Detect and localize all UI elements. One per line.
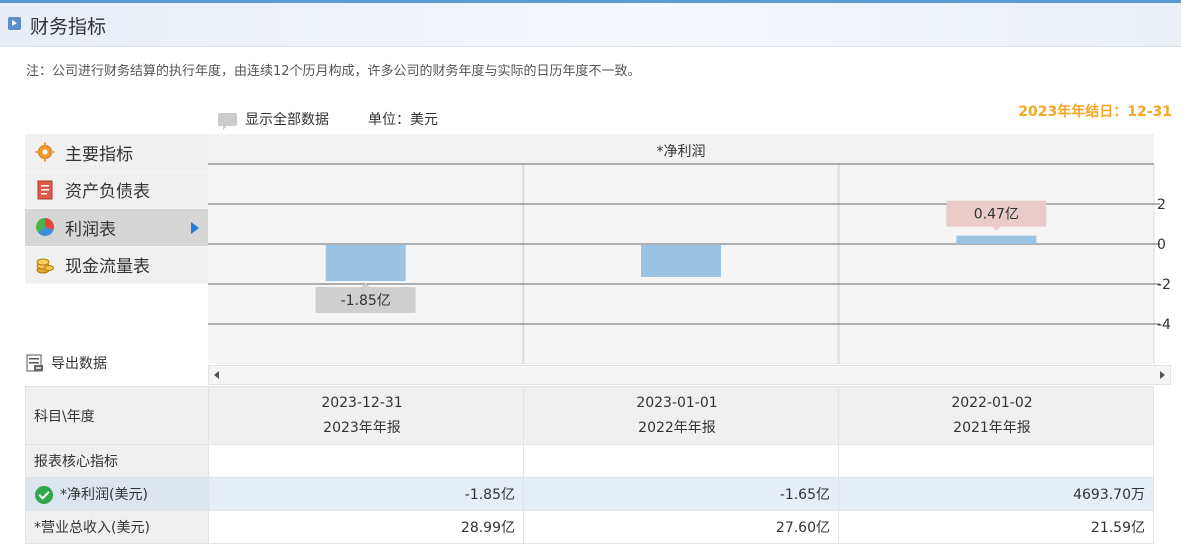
table-cell (523, 444, 839, 478)
sidebar-item-main-indicators[interactable]: 主要指标 (25, 134, 208, 172)
pie-chart-icon (35, 217, 55, 237)
sidebar-item-income-statement[interactable]: 利润表 (25, 209, 208, 247)
column-period: 2021年年报 (953, 419, 1031, 436)
gear-icon (35, 142, 55, 162)
fiscal-year-end: 2023年年结日：12-31 (1018, 104, 1172, 120)
active-arrow-icon (191, 222, 199, 234)
table-cell: 27.60亿 (523, 510, 839, 544)
table-cell (208, 444, 524, 478)
row-label-cell: *净利润(美元) (25, 477, 209, 511)
column-date: 2023-01-01 (636, 394, 718, 411)
column-header: 2023-12-31 2023年年报 (208, 386, 524, 445)
column-period: 2023年年报 (323, 419, 401, 436)
table-cell: 21.59亿 (838, 510, 1154, 544)
table-cell (838, 444, 1154, 478)
sidebar: 主要指标 资产负债表 利润表 现金流量表 (25, 134, 208, 284)
row-label: *净利润(美元) (60, 487, 148, 503)
table-row-selected[interactable]: *净利润(美元) -1.85亿 -1.65亿 4693.70万 (25, 477, 1154, 511)
scroll-left-icon[interactable] (214, 371, 219, 379)
export-data-button[interactable]: 导出数据 (25, 353, 107, 373)
fiscal-note: 注：公司进行财务结算的执行年度，由连续12个历月构成，许多公司的财务年度与实际的… (26, 64, 641, 79)
column-date: 2023-12-31 (321, 394, 403, 411)
column-header: 2023-01-01 2022年年报 (523, 386, 839, 445)
export-label: 导出数据 (51, 356, 107, 372)
scroll-right-icon[interactable] (1160, 371, 1165, 379)
sidebar-item-cash-flow[interactable]: 现金流量表 (25, 246, 208, 284)
collapse-arrow-icon[interactable] (8, 17, 21, 30)
coins-icon (35, 255, 55, 275)
column-header: 2022-01-02 2021年年报 (838, 386, 1154, 445)
export-icon (25, 353, 45, 373)
checkmark-icon (35, 486, 53, 504)
net-profit-chart: *净利润 2 0 -2 -4 -1.85亿 0.47亿 (208, 134, 1171, 364)
section-header: 财务指标 (0, 3, 1181, 47)
y-tick-label: -2 (1157, 277, 1171, 293)
chart-scrollbar[interactable] (208, 365, 1171, 385)
bar (641, 245, 721, 277)
speech-bubble-icon (218, 112, 237, 130)
table-cell: -1.85亿 (208, 477, 524, 511)
table-cell: -1.65亿 (523, 477, 839, 511)
data-label: -1.85亿 (341, 293, 391, 309)
table-row: 报表核心指标 (25, 444, 1154, 478)
table-cell: 4693.70万 (838, 477, 1154, 511)
y-tick-label: -4 (1157, 317, 1171, 333)
sidebar-item-balance-sheet[interactable]: 资产负债表 (25, 171, 208, 209)
table-row[interactable]: *营业总收入(美元) 28.99亿 27.60亿 21.59亿 (25, 510, 1154, 544)
column-period: 2022年年报 (638, 419, 716, 436)
page-title: 财务指标 (30, 16, 107, 38)
sidebar-item-label: 资产负债表 (65, 182, 150, 203)
chart-plot: 2 0 -2 -4 -1.85亿 0.47亿 (208, 163, 1171, 364)
sidebar-item-label: 现金流量表 (65, 257, 150, 278)
row-label: *营业总收入(美元) (25, 510, 209, 544)
row-label: 报表核心指标 (25, 444, 209, 478)
data-label: 0.47亿 (974, 207, 1019, 223)
unit-label: 单位：美元 (368, 112, 438, 128)
bar (325, 245, 406, 281)
sidebar-item-label: 利润表 (65, 219, 116, 240)
document-icon (35, 180, 55, 200)
sidebar-item-label: 主要指标 (65, 144, 133, 165)
table-header-row: 科目\年度 2023-12-31 2023年年报 2023-01-01 2022年年… (25, 386, 1154, 445)
show-all-data-toggle[interactable]: 显示全部数据 (218, 109, 329, 130)
bar (956, 235, 1037, 244)
header-label-cell: 科目\年度 (25, 386, 209, 445)
y-tick-label: 0 (1157, 237, 1166, 253)
table-cell: 28.99亿 (208, 510, 524, 544)
show-all-label: 显示全部数据 (245, 112, 329, 128)
column-date: 2022-01-02 (951, 394, 1033, 411)
financial-table: 科目\年度 2023-12-31 2023年年报 2023-01-01 2022年年… (25, 386, 1154, 544)
y-tick-label: 2 (1157, 197, 1166, 213)
